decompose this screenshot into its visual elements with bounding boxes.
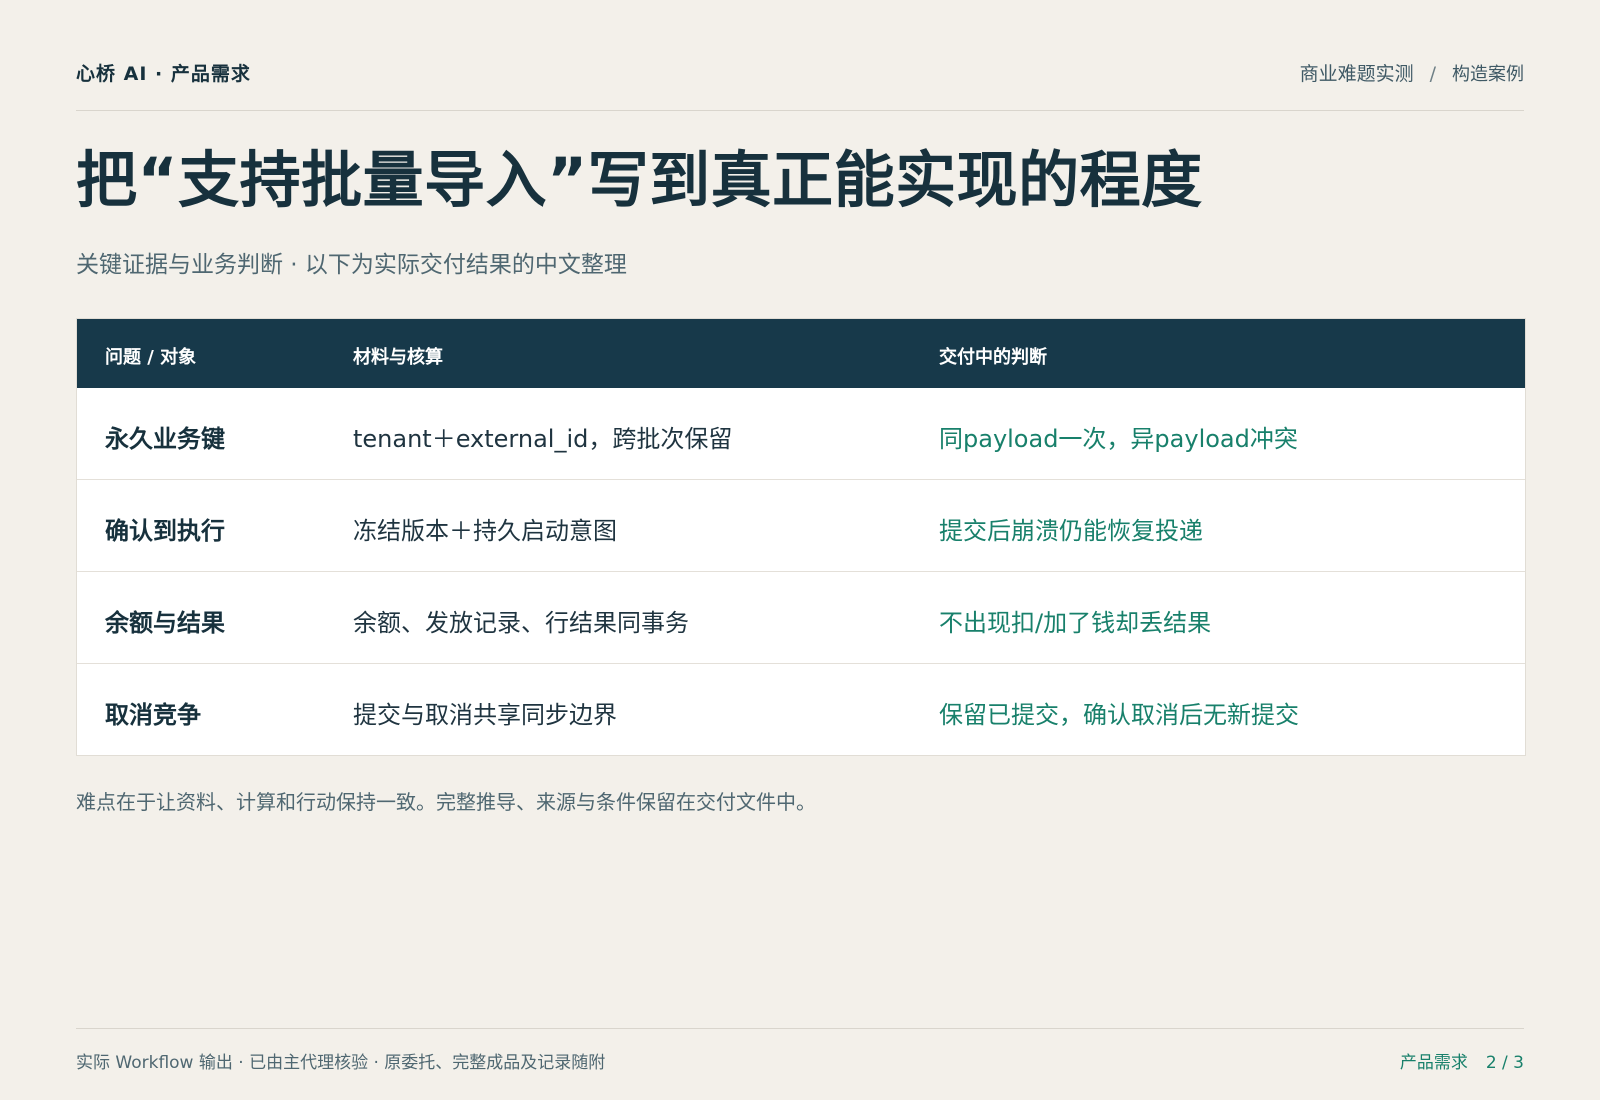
page-footer: 实际 Workflow 输出 · 已由主代理核验 · 原委托、完整成品及记录随附… — [76, 1028, 1524, 1073]
table-header: 问题 / 对象 材料与核算 交付中的判断 — [77, 319, 1525, 388]
table-row: 确认到执行 冻结版本＋持久启动意图 提交后崩溃仍能恢复投递 — [77, 480, 1525, 572]
table-row: 余额与结果 余额、发放记录、行结果同事务 不出现扣/加了钱却丢结果 — [77, 572, 1525, 664]
row-material: tenant＋external_id，跨批次保留 — [353, 425, 733, 453]
row-issue: 取消竞争 — [105, 701, 201, 729]
row-issue: 确认到执行 — [105, 517, 225, 545]
page-number: 2 / 3 — [1485, 1053, 1524, 1073]
summary-note: 难点在于让资料、计算和行动保持一致。完整推导、来源与条件保留在交付文件中。 — [76, 790, 816, 814]
row-judgment: 提交后崩溃仍能恢复投递 — [939, 517, 1203, 545]
row-judgment: 保留已提交，确认取消后无新提交 — [939, 701, 1299, 729]
row-material: 提交与取消共享同步边界 — [353, 701, 617, 729]
breadcrumb-sub: 构造案例 — [1452, 64, 1524, 85]
row-issue: 永久业务键 — [105, 425, 225, 453]
page-subtitle: 关键证据与业务判断 · 以下为实际交付结果的中文整理 — [76, 252, 627, 278]
row-judgment: 不出现扣/加了钱却丢结果 — [939, 609, 1212, 637]
row-issue: 余额与结果 — [105, 609, 225, 637]
row-judgment: 同payload一次，异payload冲突 — [939, 425, 1298, 453]
column-header-material: 材料与核算 — [353, 347, 443, 368]
page-title: 把“支持批量导入”写到真正能实现的程度 — [76, 145, 1203, 216]
requirements-table: 问题 / 对象 材料与核算 交付中的判断 永久业务键 tenant＋extern… — [76, 318, 1526, 756]
breadcrumb-main: 商业难题实测 — [1299, 63, 1414, 85]
brand-label: 心桥 AI · 产品需求 — [76, 63, 251, 85]
page-header: 心桥 AI · 产品需求 商业难题实测 / 构造案例 — [76, 56, 1524, 111]
footer-pagination: 产品需求 2 / 3 — [1400, 1048, 1524, 1073]
table-row: 取消竞争 提交与取消共享同步边界 保留已提交，确认取消后无新提交 — [77, 664, 1525, 755]
column-header-issue: 问题 / 对象 — [105, 347, 197, 368]
footer-caption: 实际 Workflow 输出 · 已由主代理核验 · 原委托、完整成品及记录随附 — [76, 1053, 606, 1073]
breadcrumb-separator: / — [1429, 63, 1436, 85]
row-material: 余额、发放记录、行结果同事务 — [353, 609, 689, 637]
row-material: 冻结版本＋持久启动意图 — [353, 517, 617, 545]
breadcrumb: 商业难题实测 / 构造案例 — [1300, 59, 1524, 86]
footer-section-label: 产品需求 — [1399, 1053, 1468, 1073]
table-row: 永久业务键 tenant＋external_id，跨批次保留 同payload一… — [77, 388, 1525, 480]
column-header-judgment: 交付中的判断 — [939, 347, 1047, 368]
